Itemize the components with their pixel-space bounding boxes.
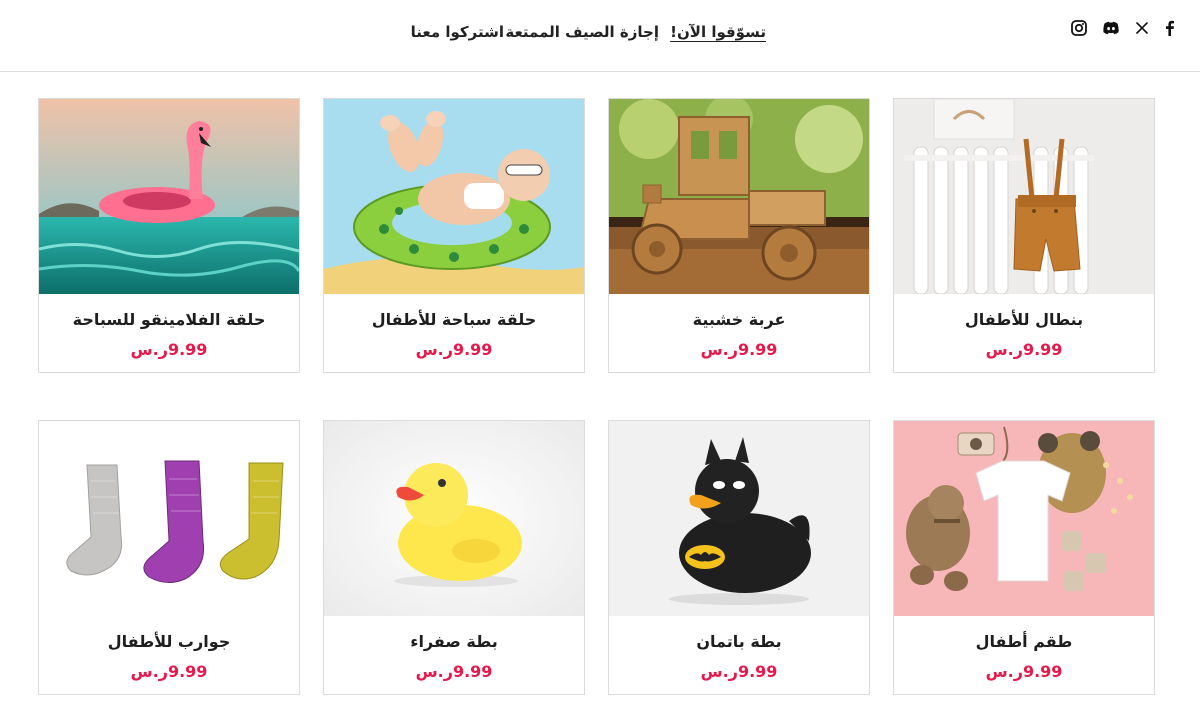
product-price: 9.99ر.س [415,662,493,681]
product-title[interactable]: بطة صفراء [324,631,584,653]
product-title[interactable]: بنطال للأطفال [894,309,1154,331]
nav-link-summer-vacation[interactable]: إجازة الصيف الممتعة [505,20,659,44]
facebook-icon[interactable] [1160,18,1180,38]
product-image[interactable] [324,99,584,294]
nav-link-shop-now[interactable]: تسوّقوا الآن! [670,20,766,44]
product-image[interactable] [894,99,1154,294]
product-image[interactable] [609,99,869,294]
discord-icon[interactable] [1101,18,1121,38]
product-image[interactable] [609,421,869,616]
nav-link-subscribe[interactable]: اشتركوا معنا [411,20,504,44]
product-card[interactable]: بطة صفراء 9.99ر.س [323,420,585,695]
product-title[interactable]: جوارب للأطفال [39,631,299,653]
product-image[interactable] [894,421,1154,616]
product-title[interactable]: عربة خشبية [609,309,869,331]
instagram-icon[interactable] [1069,18,1089,38]
product-title[interactable]: طقم أطفال [894,631,1154,653]
product-image[interactable] [324,421,584,616]
product-card[interactable]: حلقة سباحة للأطفال 9.99ر.س [323,98,585,373]
product-price: 9.99ر.س [130,340,208,359]
product-card[interactable]: بطة باتمان 9.99ر.س [608,420,870,695]
product-price: 9.99ر.س [415,340,493,359]
product-card[interactable]: جوارب للأطفال 9.99ر.س [38,420,300,695]
product-price: 9.99ر.س [130,662,208,681]
product-price: 9.99ر.س [985,340,1063,359]
product-price: 9.99ر.س [700,662,778,681]
product-title[interactable]: حلقة سباحة للأطفال [324,309,584,331]
x-twitter-icon[interactable] [1132,18,1152,38]
product-card[interactable]: طقم أطفال 9.99ر.س [893,420,1155,695]
product-card[interactable]: عربة خشبية 9.99ر.س [608,98,870,373]
product-title[interactable]: بطة باتمان [609,631,869,653]
product-image[interactable] [39,421,299,616]
main-nav: تسوّقوا الآن! إجازة الصيف الممتعة اشتركو… [411,20,766,44]
product-card[interactable]: حلقة الفلامينقو للسباحة 9.99ر.س [38,98,300,373]
social-links [1068,18,1180,40]
product-title[interactable]: حلقة الفلامينقو للسباحة [39,309,299,331]
product-image[interactable] [39,99,299,294]
product-card[interactable]: بنطال للأطفال 9.99ر.س [893,98,1155,373]
product-price: 9.99ر.س [985,662,1063,681]
product-price: 9.99ر.س [700,340,778,359]
site-header: تسوّقوا الآن! إجازة الصيف الممتعة اشتركو… [0,0,1200,72]
